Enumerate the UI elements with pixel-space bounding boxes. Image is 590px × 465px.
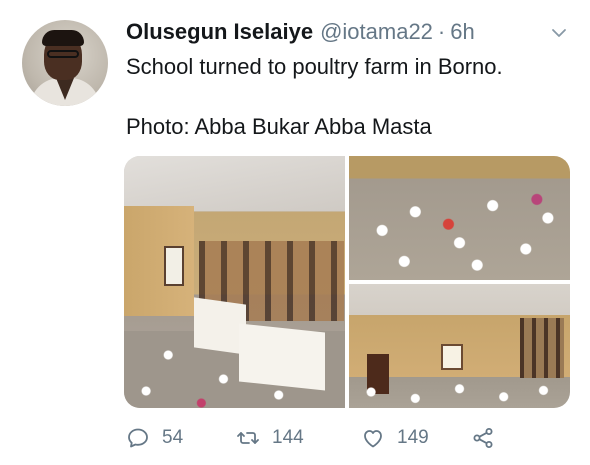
- avatar[interactable]: [22, 20, 108, 106]
- share-icon: [473, 428, 493, 448]
- share-button[interactable]: [471, 426, 495, 450]
- like-count: 149: [397, 427, 429, 448]
- avatar-hair: [42, 30, 84, 46]
- retweet-button[interactable]: 144: [236, 426, 361, 450]
- photo-classroom-with-chickens[interactable]: [124, 156, 345, 408]
- photo-window: [164, 246, 184, 286]
- media-right-column: [349, 156, 570, 408]
- author-name[interactable]: Olusegun Iselaiye: [126, 18, 313, 46]
- retweet-count: 144: [272, 427, 304, 448]
- heart-icon: [364, 430, 382, 448]
- avatar-shirt: [30, 78, 100, 106]
- tweet-timestamp[interactable]: 6h: [450, 18, 474, 46]
- photo-chickens-on-floor[interactable]: [349, 156, 570, 280]
- tweet-text-line1: School turned to poultry farm in Borno.: [126, 54, 503, 79]
- tweet-card[interactable]: Olusegun Iselaiye @iotama22 · 6h School …: [0, 0, 590, 465]
- photo-ceiling: [124, 156, 345, 211]
- media-grid: [124, 156, 570, 408]
- photo-chicks: [349, 376, 570, 408]
- photo-cage: [520, 318, 564, 378]
- tweet-text: School turned to poultry farm in Borno. …: [126, 52, 570, 142]
- reply-icon: [128, 428, 148, 448]
- separator-dot: ·: [437, 19, 446, 44]
- tweet-text-line2: Photo: Abba Bukar Abba Masta: [126, 114, 432, 139]
- reply-button[interactable]: 54: [126, 426, 236, 450]
- photo-hall-with-chickens[interactable]: [349, 284, 570, 408]
- reply-count: 54: [162, 427, 184, 448]
- tweet-actions: 54 144 149: [126, 426, 570, 450]
- author-handle[interactable]: @iotama22: [320, 18, 433, 46]
- tweet-header: Olusegun Iselaiye @iotama22 · 6h: [126, 18, 570, 46]
- chevron-down-icon[interactable]: [550, 24, 568, 42]
- avatar-glasses: [47, 50, 79, 58]
- photo-board: [239, 323, 325, 391]
- photo-window: [441, 344, 463, 370]
- like-button[interactable]: 149: [361, 426, 471, 450]
- retweet-icon: [237, 432, 259, 444]
